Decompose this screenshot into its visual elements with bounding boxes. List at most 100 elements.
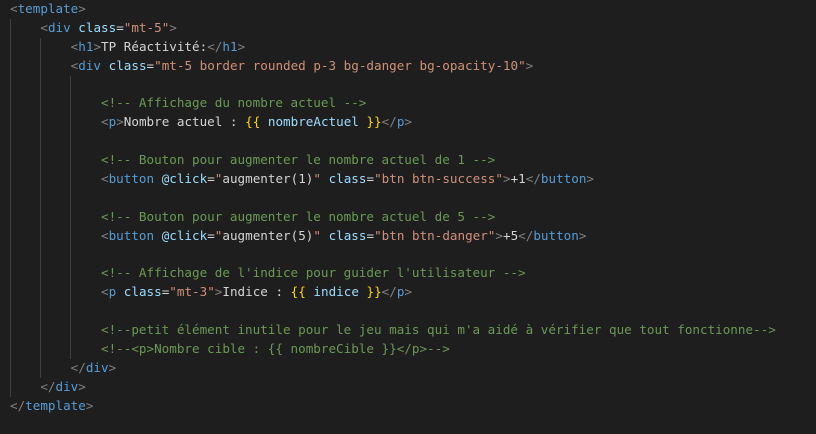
punctuation: > (525, 57, 534, 73)
text (359, 284, 367, 299)
indent-guide (70, 132, 72, 152)
indent-guide (40, 207, 42, 227)
indent-guide (40, 37, 42, 57)
indent-guide (10, 188, 11, 208)
code-line[interactable]: <!-- Bouton pour augmenter le nombre act… (10, 151, 816, 171)
indent-guide (70, 170, 72, 189)
attribute-name: class (328, 171, 367, 187)
code-line[interactable]: <!--<p>Nombre cible : {{ nombreCible }}<… (10, 340, 816, 359)
text: = (366, 171, 375, 187)
punctuation: < (101, 114, 109, 130)
indentation (10, 20, 40, 35)
comment: <!-- Affichage de l'indice pour guider l… (101, 265, 526, 281)
code-line[interactable] (10, 75, 816, 95)
punctuation: < (101, 284, 109, 300)
attribute-name: class (78, 19, 117, 35)
indent-guide (10, 377, 11, 397)
code-line[interactable]: </div> (10, 358, 816, 378)
code-line[interactable]: <button @click="augmenter(5)" class="btn… (10, 226, 816, 246)
indent-guide (70, 188, 72, 208)
code-line[interactable]: <h1>TP Réactivité:</h1> (10, 37, 816, 57)
indent-guide (70, 75, 72, 95)
mustache-brace: {{ (245, 114, 261, 130)
indent-guide (40, 75, 42, 95)
text: = (207, 227, 215, 243)
text: = (207, 171, 215, 187)
code-line[interactable] (10, 188, 816, 208)
text (154, 228, 162, 243)
tag-name: button (540, 171, 587, 187)
indent-guide (40, 358, 42, 378)
indent-guide (40, 340, 42, 359)
code-line[interactable]: <div class="mt-5 border rounded p-3 bg-d… (10, 56, 816, 76)
indentation (10, 341, 101, 356)
code-line[interactable] (10, 302, 816, 322)
punctuation: > (78, 378, 86, 394)
code-line[interactable] (10, 132, 816, 152)
indent-guide (70, 113, 72, 133)
indentation (10, 379, 40, 394)
indent-guide (40, 188, 42, 208)
indent-guide (10, 94, 11, 114)
code-line[interactable]: </div> (10, 377, 816, 397)
indent-guide (10, 18, 11, 38)
indent-guide (10, 75, 11, 95)
comment: <!--<p>Nombre cible : {{ nombreCible }}<… (101, 341, 450, 357)
attribute-name: class (108, 57, 147, 73)
code-line[interactable]: <div class="mt-5"> (10, 18, 816, 38)
comment: <!-- Affichage du nombre actuel --> (101, 95, 367, 111)
string-value: " (313, 227, 321, 243)
text: Indice : (222, 284, 291, 300)
indentation (10, 209, 101, 224)
tag-name: div (85, 359, 109, 375)
text: +5 (503, 227, 519, 243)
code-line[interactable]: <!-- Affichage du nombre actuel --> (10, 94, 816, 114)
indent-guide (10, 113, 11, 133)
punctuation: > (404, 114, 412, 130)
text: = (146, 57, 155, 73)
variable: nombreActuel (267, 114, 359, 130)
string-value: "btn btn-success" (374, 171, 503, 187)
indent-guide (70, 283, 72, 303)
indent-guide (70, 226, 72, 246)
punctuation: > (586, 171, 595, 187)
punctuation: </ (381, 114, 397, 130)
indent-guide (10, 264, 11, 284)
code-area[interactable]: <template> <div class="mt-5"> <h1>TP Réa… (10, 0, 816, 416)
code-line[interactable]: <p class="mt-3">Indice : {{ indice }}</p… (10, 283, 816, 303)
punctuation: > (85, 397, 94, 413)
code-line[interactable]: <!--petit élément inutile pour le jeu ma… (10, 321, 816, 341)
indent-guide (40, 302, 42, 322)
code-editor[interactable]: <template> <div class="mt-5"> <h1>TP Réa… (0, 0, 816, 434)
code-line[interactable] (10, 245, 816, 265)
tag-name: h1 (222, 38, 238, 54)
tag-name: button (533, 227, 579, 243)
indent-guide (10, 226, 11, 246)
indent-guide (70, 245, 72, 265)
indent-guide (10, 321, 11, 341)
indent-guide (10, 245, 11, 265)
attribute-name: class (123, 284, 162, 300)
punctuation: > (93, 38, 102, 54)
text (154, 171, 162, 186)
indent-guide (10, 358, 11, 378)
punctuation: < (101, 171, 109, 187)
indentation (10, 322, 101, 337)
indent-guide (40, 170, 42, 189)
indent-guide (10, 283, 11, 303)
indent-guide (70, 207, 72, 227)
indent-guide (40, 283, 42, 303)
indent-guide (10, 340, 11, 359)
tag-name: template (25, 397, 86, 413)
text (101, 58, 109, 73)
comment: <!-- Bouton pour augmenter le nombre act… (101, 208, 496, 224)
punctuation: > (578, 227, 587, 243)
code-line[interactable]: <p>Nombre actuel : {{ nombreActuel }}</p… (10, 113, 816, 133)
code-line[interactable]: <button @click="augmenter(1)" class="btn… (10, 170, 816, 189)
code-line[interactable]: <template> (10, 0, 816, 19)
code-line[interactable]: </template> (10, 397, 816, 416)
mustache-brace: }} (366, 284, 382, 300)
tag-name: div (78, 57, 102, 73)
code-line[interactable]: <!-- Bouton pour augmenter le nombre act… (10, 207, 816, 227)
code-line[interactable]: <!-- Affichage de l'indice pour guider l… (10, 264, 816, 284)
